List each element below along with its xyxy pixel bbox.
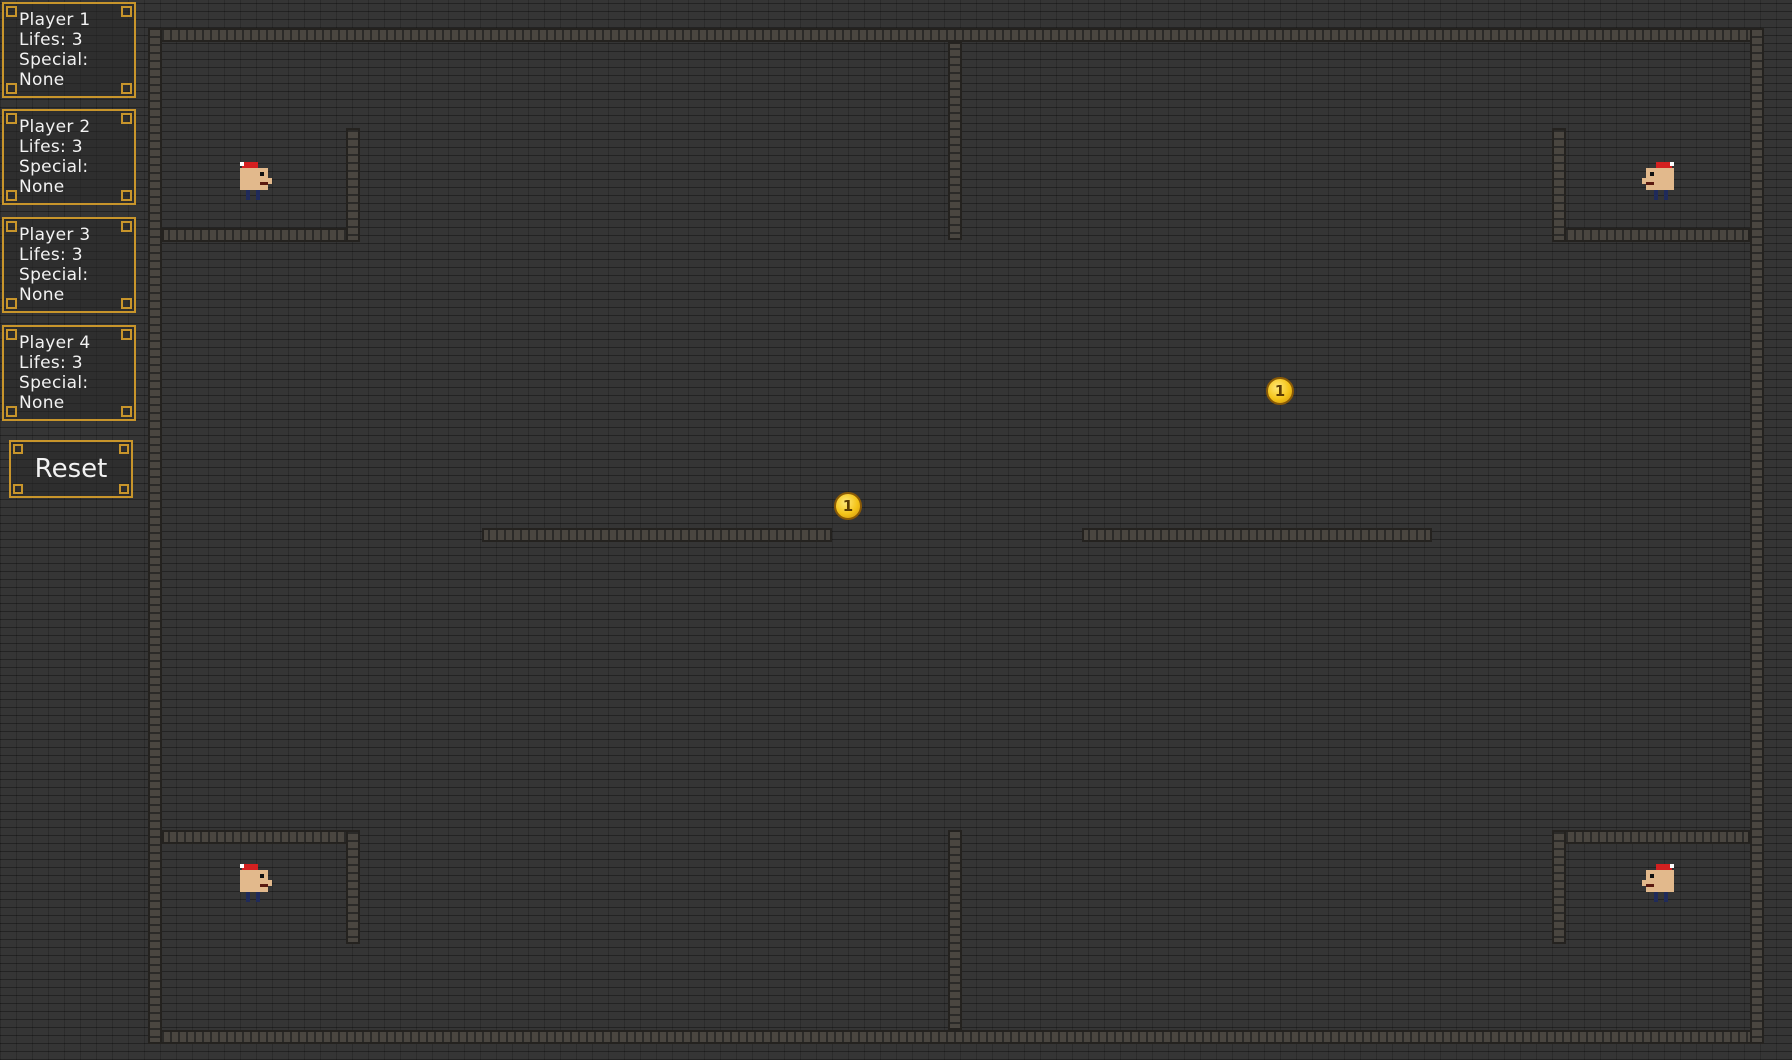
wall-br-h [1552, 830, 1750, 844]
player-4-sprite-icon [1642, 864, 1674, 902]
wall-tl-h [162, 228, 360, 242]
player-3-special-value: None [19, 285, 65, 305]
player-1-lives: Lifes: 3 [19, 30, 83, 50]
player-4-panel: Player 4 Lifes: 3 Special: None [2, 325, 136, 421]
player-2-name: Player 2 [19, 117, 91, 137]
player-2-lives: Lifes: 3 [19, 137, 83, 157]
player-3-sprite-icon [240, 864, 272, 902]
player-4-special-label: Special: [19, 373, 89, 393]
player-1-panel: Player 1 Lifes: 3 Special: None [2, 2, 136, 98]
wall-middle-left [482, 528, 832, 542]
wall-top [148, 28, 1764, 42]
player-3-special-label: Special: [19, 265, 89, 285]
player-1-sprite-icon [240, 162, 272, 200]
player-1-special-label: Special: [19, 50, 89, 70]
player-1-name: Player 1 [19, 10, 91, 30]
wall-tl-v [346, 128, 360, 242]
wall-br-v [1552, 830, 1566, 944]
player-3-lives: Lifes: 3 [19, 245, 83, 265]
wall-middle-right [1082, 528, 1432, 542]
wall-center-bottom [948, 830, 962, 1030]
coin-value: 1 [842, 497, 854, 515]
wall-tr-v [1552, 128, 1566, 242]
player-2-sprite-icon [1642, 162, 1674, 200]
wall-tr-h [1552, 228, 1750, 242]
coin-value: 1 [1274, 382, 1286, 400]
player-4-special-value: None [19, 393, 65, 413]
player-4-name: Player 4 [19, 333, 91, 353]
coin-icon: 1 [1266, 377, 1294, 405]
wall-center-top [948, 42, 962, 240]
reset-button-label: Reset [34, 454, 108, 484]
player-1-special-value: None [19, 70, 65, 90]
player-2-special-value: None [19, 177, 65, 197]
wall-bottom [148, 1030, 1764, 1044]
wall-right [1750, 28, 1764, 1044]
player-2-special-label: Special: [19, 157, 89, 177]
wall-bl-h [162, 830, 360, 844]
player-3-panel: Player 3 Lifes: 3 Special: None [2, 217, 136, 313]
player-4-lives: Lifes: 3 [19, 353, 83, 373]
wall-left [148, 28, 162, 1044]
coin-icon: 1 [834, 492, 862, 520]
player-2-panel: Player 2 Lifes: 3 Special: None [2, 109, 136, 205]
reset-button[interactable]: Reset [9, 440, 133, 498]
wall-bl-v [346, 830, 360, 944]
player-3-name: Player 3 [19, 225, 91, 245]
